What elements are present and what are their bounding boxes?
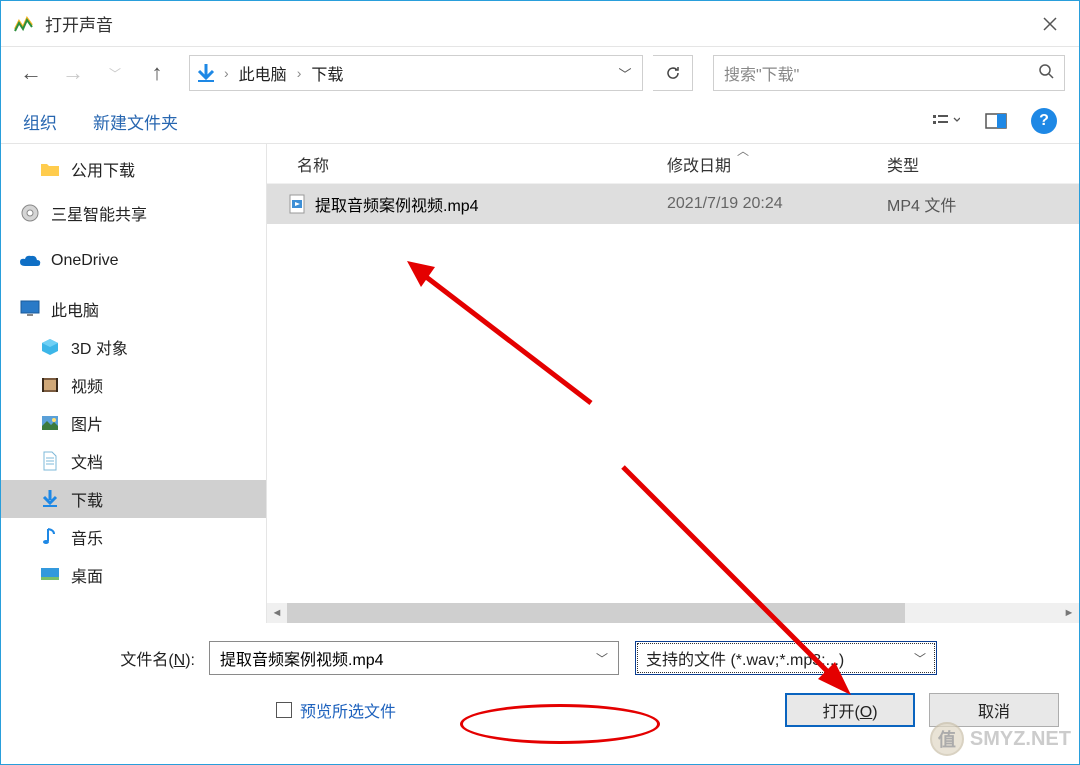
sidebar-item-samsung[interactable]: 三星智能共享 (1, 194, 266, 232)
preview-checkbox[interactable]: 预览所选文件 (276, 698, 396, 722)
sidebar-item-onedrive[interactable]: OneDrive (1, 242, 266, 280)
sidebar-item-label: 此电脑 (51, 297, 99, 321)
music-icon (39, 526, 61, 548)
navigation-bar: ← → ﹀ ↑ › 此电脑 › 下载 ﹀ 搜索"下载" (1, 47, 1079, 99)
chevron-down-icon[interactable]: ﹀ (596, 650, 608, 667)
address-dropdown[interactable]: ﹀ (608, 56, 642, 90)
watermark-text: SMYZ.NET (970, 728, 1071, 751)
toolbar: 组织 新建文件夹 ? (1, 99, 1079, 143)
close-button[interactable] (1021, 1, 1079, 47)
recent-dropdown[interactable]: ﹀ (99, 57, 131, 89)
horizontal-scrollbar[interactable]: ◄ ► (267, 603, 1079, 623)
watermark-coin-icon: 值 (930, 722, 964, 756)
file-modified: 2021/7/19 20:24 (667, 195, 887, 213)
scrollbar-thumb[interactable] (287, 603, 905, 623)
onedrive-icon (19, 250, 41, 272)
sidebar-item-documents[interactable]: 文档 (1, 442, 266, 480)
back-button[interactable]: ← (15, 57, 47, 89)
chevron-down-icon[interactable]: ﹀ (914, 650, 926, 667)
search-icon (1038, 63, 1054, 84)
sort-indicator-icon: ︿ (737, 142, 749, 159)
desktop-icon (39, 564, 61, 586)
column-header-type[interactable]: 类型 (887, 152, 1079, 176)
cube-icon (39, 336, 61, 358)
sidebar-item-label: 文档 (71, 449, 103, 473)
sidebar-item-public-downloads[interactable]: 公用下载 (1, 150, 266, 188)
organize-menu[interactable]: 组织 (19, 107, 61, 136)
sidebar-item-label: 桌面 (71, 563, 103, 587)
filename-value: 提取音频案例视频.mp4 (220, 646, 384, 670)
watermark: 值 SMYZ.NET (930, 722, 1071, 756)
filetype-select[interactable]: 支持的文件 (*.wav;*.mp3;...) ﹀ (635, 641, 937, 675)
checkbox-icon (276, 702, 292, 718)
open-button[interactable]: 打开(O) (785, 693, 915, 727)
disk-icon (19, 202, 41, 224)
preview-label: 预览所选文件 (300, 698, 396, 722)
filetype-value: 支持的文件 (*.wav;*.mp3;...) (646, 646, 844, 670)
file-row[interactable]: 提取音频案例视频.mp4 2021/7/19 20:24 MP4 文件 (267, 184, 1079, 224)
sidebar-item-3d[interactable]: 3D 对象 (1, 328, 266, 366)
sidebar-item-downloads[interactable]: 下载 (1, 480, 266, 518)
address-bar[interactable]: › 此电脑 › 下载 ﹀ (189, 55, 643, 91)
sidebar-item-this-pc[interactable]: 此电脑 (1, 290, 266, 328)
video-icon (39, 374, 61, 396)
up-button[interactable]: ↑ (141, 57, 173, 89)
title-bar: 打开声音 (1, 1, 1079, 47)
preview-pane-button[interactable] (981, 106, 1011, 136)
sidebar-item-label: 3D 对象 (71, 335, 128, 359)
video-file-icon (287, 194, 307, 214)
download-arrow-icon (39, 488, 61, 510)
app-icon (13, 13, 35, 35)
file-name: 提取音频案例视频.mp4 (315, 192, 479, 216)
folder-icon (39, 158, 61, 180)
help-button[interactable]: ? (1031, 108, 1057, 134)
column-header-name[interactable]: 名称 (267, 152, 667, 176)
sidebar-item-desktop[interactable]: 桌面 (1, 556, 266, 594)
search-placeholder: 搜索"下载" (724, 61, 1038, 85)
column-header-modified[interactable]: 修改日期 (667, 152, 887, 176)
bottom-panel: 文件名(N): 提取音频案例视频.mp4 ﹀ 支持的文件 (*.wav;*.mp… (1, 623, 1079, 741)
sidebar-item-pictures[interactable]: 图片 (1, 404, 266, 442)
sidebar-item-label: 三星智能共享 (51, 201, 147, 225)
file-type: MP4 文件 (887, 192, 1079, 216)
sidebar-item-label: 图片 (71, 411, 103, 435)
forward-button[interactable]: → (57, 57, 89, 89)
chevron-right-icon: › (295, 65, 304, 81)
sidebar-item-label: OneDrive (51, 252, 119, 270)
download-arrow-icon (190, 57, 222, 89)
sidebar: 公用下载 三星智能共享 OneDrive 此电脑 3D 对象 视频 图片 文档 (1, 144, 266, 623)
chevron-right-icon: › (222, 65, 231, 81)
sidebar-item-label: 下载 (71, 487, 103, 511)
sidebar-item-music[interactable]: 音乐 (1, 518, 266, 556)
breadcrumb-root[interactable]: 此电脑 (231, 61, 295, 85)
image-icon (39, 412, 61, 434)
search-input[interactable]: 搜索"下载" (713, 55, 1065, 91)
refresh-button[interactable] (653, 55, 693, 91)
sidebar-item-videos[interactable]: 视频 (1, 366, 266, 404)
window-title: 打开声音 (45, 11, 113, 36)
sidebar-item-label: 公用下载 (71, 157, 135, 181)
file-list-area: ︿ 名称 修改日期 类型 提取音频案例视频.mp4 2021/7/19 20:2… (266, 144, 1079, 623)
scroll-left-button[interactable]: ◄ (267, 603, 287, 623)
document-icon (39, 450, 61, 472)
filename-label: 文件名(N): (21, 646, 201, 670)
sidebar-item-label: 视频 (71, 373, 103, 397)
filename-input[interactable]: 提取音频案例视频.mp4 ﹀ (209, 641, 619, 675)
column-headers: ︿ 名称 修改日期 类型 (267, 144, 1079, 184)
new-folder-button[interactable]: 新建文件夹 (89, 107, 182, 136)
scroll-right-button[interactable]: ► (1059, 603, 1079, 623)
monitor-icon (19, 298, 41, 320)
view-options-button[interactable] (931, 106, 961, 136)
sidebar-item-label: 音乐 (71, 525, 103, 549)
breadcrumb-folder[interactable]: 下载 (303, 61, 351, 85)
